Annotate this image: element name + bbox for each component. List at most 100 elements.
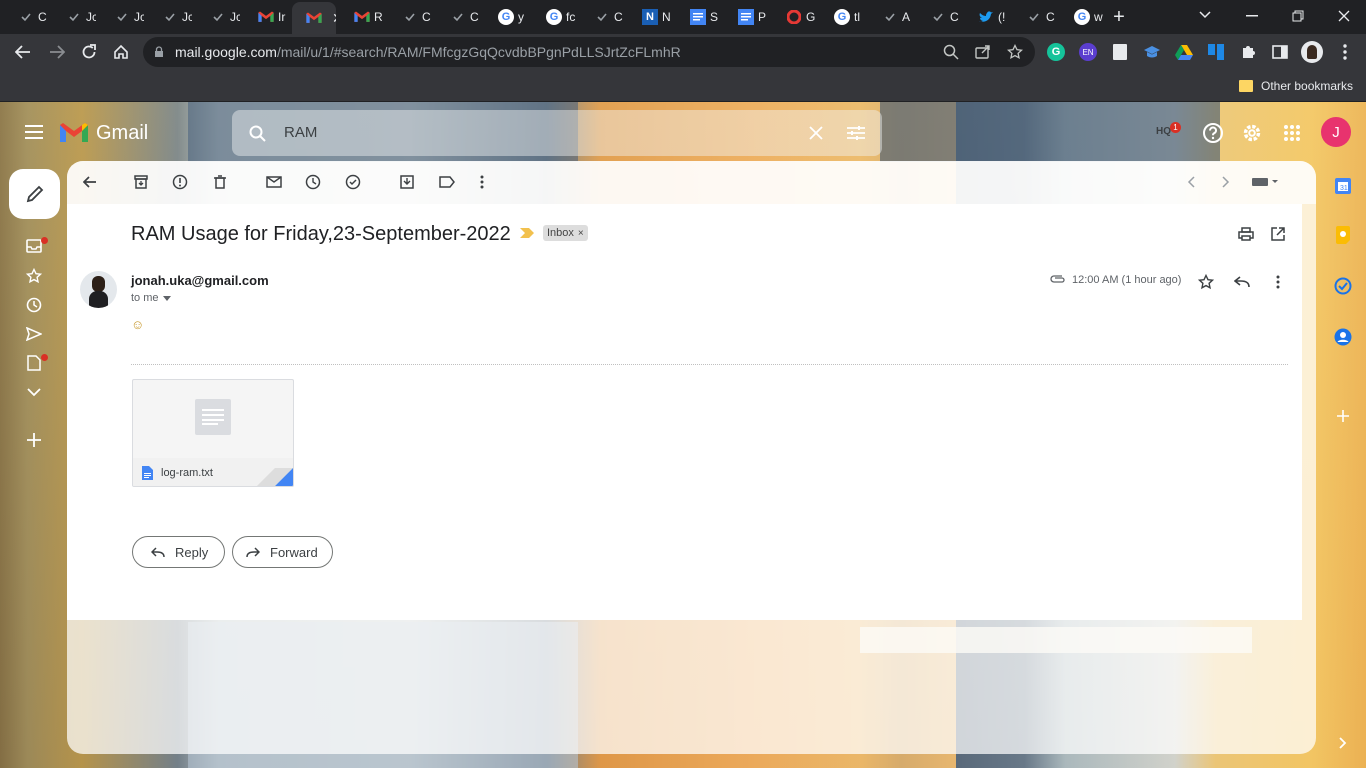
delete-icon[interactable]: [210, 172, 230, 192]
forward-icon[interactable]: [46, 42, 68, 62]
settings-gear-icon[interactable]: [1240, 121, 1264, 145]
url-text[interactable]: mail.google.com/mail/u/1/#search/RAM/FMf…: [175, 44, 681, 60]
home-icon[interactable]: [110, 42, 132, 62]
lock-icon[interactable]: [153, 45, 165, 59]
newer-message-icon[interactable]: [1181, 172, 1201, 192]
older-message-icon[interactable]: [1216, 172, 1236, 192]
calendar-icon[interactable]: 31: [1334, 177, 1352, 195]
add-to-tasks-icon[interactable]: [343, 172, 363, 192]
reload-icon[interactable]: [78, 42, 100, 62]
move-to-icon[interactable]: [397, 172, 417, 192]
drafts-nav-icon[interactable]: [24, 353, 48, 373]
keep-icon[interactable]: [1334, 226, 1352, 244]
browser-tab[interactable]: Jc: [196, 4, 240, 30]
details-dropdown-icon[interactable]: [162, 295, 171, 301]
browser-tab[interactable]: Jc: [100, 4, 144, 30]
browser-tab[interactable]: G: [772, 4, 816, 30]
hide-side-panel-icon[interactable]: [1334, 734, 1352, 752]
recipient-details[interactable]: to me: [131, 292, 171, 304]
zoom-icon[interactable]: [943, 44, 959, 60]
snooze-icon[interactable]: [303, 172, 323, 192]
importance-marker-icon[interactable]: [519, 227, 535, 239]
browser-tab[interactable]: Gw: [1060, 4, 1104, 30]
report-spam-icon[interactable]: [170, 172, 190, 192]
share-icon[interactable]: [975, 44, 991, 60]
inbox-label-badge[interactable]: Inbox ×: [543, 225, 588, 241]
print-icon[interactable]: [1236, 224, 1256, 244]
browser-tab[interactable]: C: [436, 4, 480, 30]
tab-search-icon[interactable]: [1196, 6, 1214, 24]
restore-icon[interactable]: [1286, 6, 1310, 26]
browser-tab[interactable]: C: [1012, 4, 1056, 30]
archive-icon[interactable]: [131, 172, 151, 192]
browser-tab[interactable]: A: [868, 4, 912, 30]
compose-button[interactable]: [9, 169, 60, 219]
more-nav-chevron-icon[interactable]: [24, 382, 44, 402]
bookmark-star-icon[interactable]: [1007, 44, 1023, 60]
browser-tab[interactable]: C: [388, 4, 432, 30]
language-extension-icon[interactable]: EN: [1079, 43, 1097, 61]
label-icon[interactable]: [437, 172, 457, 192]
main-menu-icon[interactable]: [22, 122, 46, 142]
browser-tab[interactable]: R: [340, 4, 384, 30]
close-window-icon[interactable]: [1332, 6, 1356, 26]
close-tab-icon[interactable]: ✕: [332, 10, 336, 27]
star-message-icon[interactable]: [1196, 272, 1216, 292]
message-more-icon[interactable]: [1268, 272, 1288, 292]
forward-button[interactable]: Forward: [232, 536, 333, 568]
sent-nav-icon[interactable]: [24, 324, 44, 344]
inbox-nav-icon[interactable]: [24, 236, 48, 256]
browser-tab[interactable]: (!: [964, 4, 1008, 30]
browser-tab[interactable]: C: [916, 4, 960, 30]
minimize-icon[interactable]: [1240, 6, 1264, 26]
other-bookmarks-folder[interactable]: Other bookmarks: [1239, 77, 1353, 95]
browser-tab[interactable]: S: [676, 4, 720, 30]
browser-tab[interactable]: Gfc: [532, 4, 576, 30]
search-input[interactable]: RAM: [284, 124, 317, 141]
browser-tab[interactable]: Gtl: [820, 4, 864, 30]
back-icon[interactable]: [12, 42, 34, 62]
notifications-badge-icon[interactable]: HQ 1: [1156, 122, 1182, 144]
browser-menu-icon[interactable]: [1336, 43, 1354, 61]
address-bar[interactable]: mail.google.com/mail/u/1/#search/RAM/FMf…: [143, 37, 1035, 67]
search-options-icon[interactable]: [846, 124, 866, 142]
browser-tab[interactable]: C: [4, 4, 48, 30]
browser-tab[interactable]: Ir: [244, 4, 288, 30]
new-tab-button[interactable]: +: [1108, 6, 1130, 28]
input-tools-icon[interactable]: [1250, 172, 1282, 192]
browser-tab[interactable]: Jc: [148, 4, 192, 30]
drive-icon[interactable]: [1175, 43, 1193, 61]
trello-icon[interactable]: [1207, 43, 1225, 61]
profile-avatar[interactable]: [1301, 41, 1323, 63]
extensions-puzzle-icon[interactable]: [1239, 43, 1257, 61]
tasks-icon[interactable]: [1334, 277, 1352, 295]
document-extension-icon[interactable]: [1113, 44, 1127, 60]
search-bar[interactable]: RAM: [232, 110, 882, 156]
clear-search-icon[interactable]: [808, 125, 824, 141]
browser-tab[interactable]: P: [724, 4, 768, 30]
gmail-logo[interactable]: Gmail: [60, 120, 148, 146]
open-new-window-icon[interactable]: [1268, 224, 1288, 244]
reply-icon[interactable]: [1232, 272, 1252, 292]
sender-avatar[interactable]: [80, 271, 117, 308]
side-panel-icon[interactable]: [1271, 43, 1289, 61]
remove-label-icon[interactable]: ×: [578, 228, 584, 239]
attachment-card[interactable]: log-ram.txt: [132, 379, 294, 487]
more-actions-icon[interactable]: [472, 172, 492, 192]
grammarly-icon[interactable]: G: [1047, 43, 1065, 61]
browser-tab[interactable]: Jc: [52, 4, 96, 30]
contacts-icon[interactable]: [1334, 328, 1352, 346]
sender-email[interactable]: jonah.uka@gmail.com: [131, 273, 269, 288]
cap-extension-icon[interactable]: [1143, 43, 1161, 61]
apps-grid-icon[interactable]: [1280, 121, 1304, 145]
browser-tab[interactable]: NN: [628, 4, 672, 30]
browser-tab[interactable]: C: [580, 4, 624, 30]
back-to-list-icon[interactable]: [80, 172, 100, 192]
add-label-icon[interactable]: [24, 430, 44, 450]
help-icon[interactable]: [1201, 121, 1225, 145]
snoozed-nav-icon[interactable]: [24, 295, 44, 315]
get-addons-icon[interactable]: [1334, 407, 1352, 425]
starred-nav-icon[interactable]: [24, 266, 44, 286]
browser-tab[interactable]: ✕: [292, 2, 336, 34]
search-icon[interactable]: [248, 124, 266, 142]
